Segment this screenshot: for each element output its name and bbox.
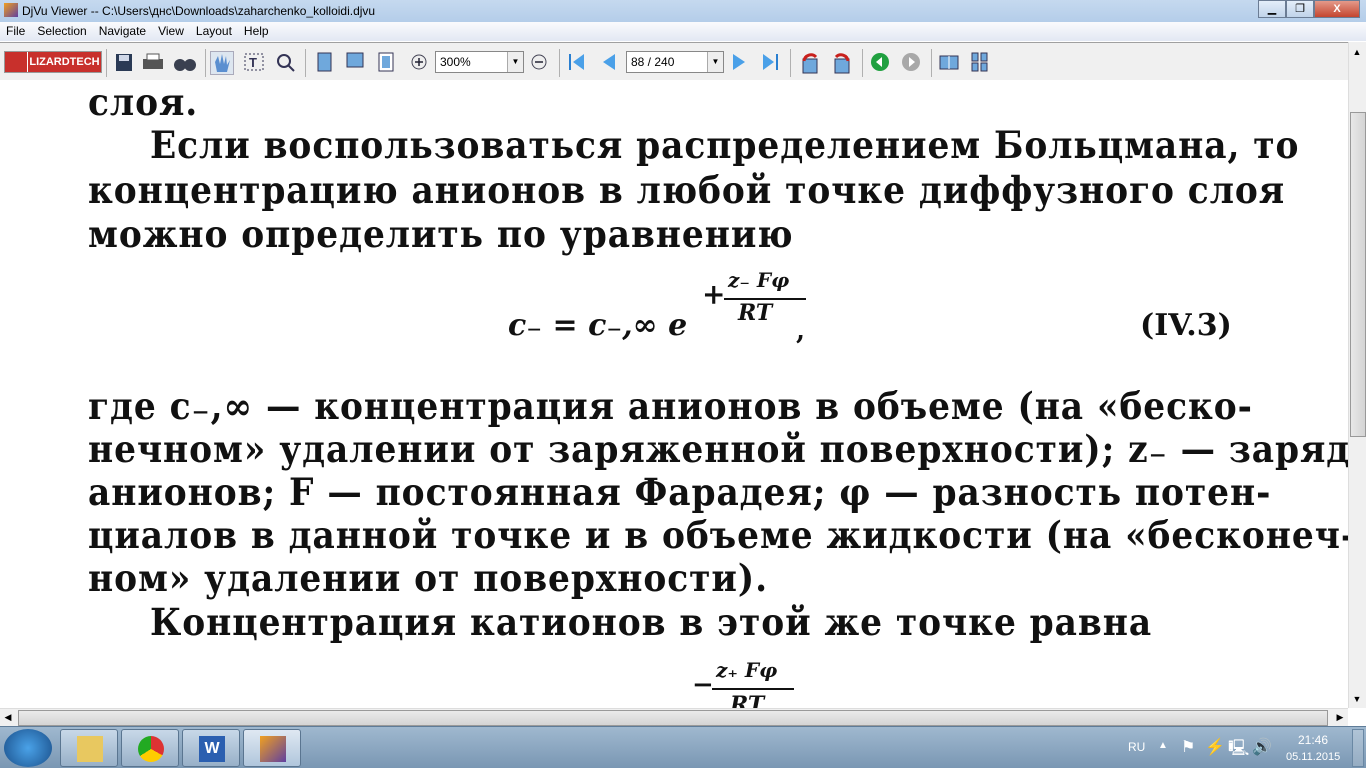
single-page-layout-icon[interactable] (938, 51, 962, 75)
text-line: можно определить по уравнению (88, 212, 794, 256)
djvu-icon (260, 736, 286, 762)
page-number-select[interactable]: 88 / 240 ▼ (626, 51, 724, 73)
text-line: циалов в данной точке и в объеме жидкост… (88, 513, 1348, 557)
menu-file[interactable]: File (6, 22, 25, 41)
zoom-select-icon[interactable] (274, 51, 298, 75)
taskbar-word[interactable]: W (182, 729, 240, 767)
previous-page-icon[interactable] (598, 51, 622, 75)
text-select-icon[interactable]: T (243, 51, 267, 75)
folder-icon (77, 736, 103, 762)
print-icon[interactable] (141, 51, 165, 75)
start-button[interactable] (4, 729, 52, 767)
menu-help[interactable]: Help (244, 22, 269, 41)
rotate-right-icon[interactable] (830, 51, 854, 75)
volume-icon[interactable]: 🔊 (1252, 737, 1272, 757)
first-page-icon[interactable] (566, 51, 590, 75)
toolbar: LIZARDTECH T 300% ▼ 88 / 240 ▼ (0, 42, 1366, 80)
save-icon[interactable] (113, 51, 137, 75)
vertical-scrollbar[interactable]: ▲ ▼ (1348, 42, 1366, 708)
minimize-button[interactable]: ▁ (1258, 0, 1286, 18)
menu-layout[interactable]: Layout (196, 22, 232, 41)
fit-page-icon[interactable] (313, 51, 337, 75)
hand-tool-icon[interactable] (210, 51, 234, 75)
title-bar: DjVu Viewer -- C:\Users\днс\Downloads\za… (0, 0, 1366, 22)
chevron-down-icon[interactable]: ▼ (507, 52, 523, 72)
text-line: ном» удалении от поверхности). (88, 556, 769, 600)
svg-text:T: T (249, 55, 257, 70)
vertical-scroll-thumb[interactable] (1350, 112, 1366, 437)
back-icon[interactable] (869, 51, 893, 75)
taskbar-explorer[interactable] (60, 729, 118, 767)
restore-button[interactable]: ❐ (1286, 0, 1314, 18)
taskbar-chrome[interactable] (121, 729, 179, 767)
text-line: слоя. (88, 80, 199, 124)
zoom-in-icon[interactable] (408, 51, 432, 75)
show-hidden-icons-icon[interactable]: ▲ (1158, 740, 1168, 751)
text-line: концентрацию анионов в любой точке диффу… (88, 168, 1286, 212)
window-title: DjVu Viewer -- C:\Users\днс\Downloads\za… (22, 4, 376, 18)
scroll-down-icon[interactable]: ▼ (1349, 691, 1365, 708)
text-line: нечном» удалении от заряженной поверхнос… (88, 427, 1348, 471)
scroll-up-icon[interactable]: ▲ (1349, 44, 1365, 61)
menu-navigate[interactable]: Navigate (99, 22, 146, 41)
action-center-flag-icon[interactable]: ⚑ (1181, 737, 1195, 757)
next-page-icon[interactable] (728, 51, 752, 75)
menu-bar: File Selection Navigate View Layout Help (0, 22, 1366, 41)
text-line: Если воспользоваться распределением Боль… (150, 123, 1300, 167)
thumbnail-layout-icon[interactable] (969, 51, 993, 75)
menu-selection[interactable]: Selection (37, 22, 86, 41)
close-button[interactable]: X (1314, 0, 1360, 18)
power-icon[interactable]: ⚡ (1205, 737, 1225, 757)
actual-size-icon[interactable] (375, 51, 399, 75)
chevron-down-icon[interactable]: ▼ (707, 52, 723, 72)
zoom-out-icon[interactable] (528, 51, 552, 75)
language-indicator[interactable]: RU (1128, 740, 1145, 754)
horizontal-scrollbar[interactable]: ◀ ▶ (0, 708, 1348, 726)
taskbar-djvu-viewer[interactable] (243, 729, 301, 767)
menu-view[interactable]: View (158, 22, 184, 41)
show-desktop-button[interactable] (1352, 729, 1364, 767)
find-binoculars-icon[interactable] (173, 51, 197, 75)
network-icon[interactable]: 🖳 (1228, 737, 1249, 764)
lizardtech-logo[interactable]: LIZARDTECH (4, 51, 102, 73)
text-line: анионов; F — постоянная Фарадея; φ — раз… (88, 470, 1272, 514)
djvu-app-icon (4, 3, 18, 17)
forward-icon[interactable] (900, 51, 924, 75)
last-page-icon[interactable] (759, 51, 783, 75)
clock-date[interactable]: 05.11.2015 (1286, 751, 1340, 763)
rotate-left-icon[interactable] (798, 51, 822, 75)
fit-width-icon[interactable] (344, 51, 368, 75)
horizontal-scroll-thumb[interactable] (18, 710, 1328, 726)
text-line: Концентрация катионов в этой же точке ра… (150, 600, 1153, 644)
taskbar: W RU ▲ ⚑ ⚡ 🖳 🔊 21:46 05.11.2015 (0, 726, 1366, 768)
text-line: где c₋,∞ — концентрация анионов в объеме… (88, 384, 1253, 428)
chrome-icon (138, 736, 164, 762)
scroll-right-icon[interactable]: ▶ (1332, 709, 1348, 726)
scroll-left-icon[interactable]: ◀ (0, 709, 16, 726)
clock-time[interactable]: 21:46 (1298, 733, 1328, 747)
zoom-level-select[interactable]: 300% ▼ (435, 51, 524, 73)
document-page: слоя. Если воспользоваться распределение… (0, 80, 1348, 708)
equation-number: (IV.3) (1140, 308, 1232, 343)
word-icon: W (199, 736, 225, 762)
